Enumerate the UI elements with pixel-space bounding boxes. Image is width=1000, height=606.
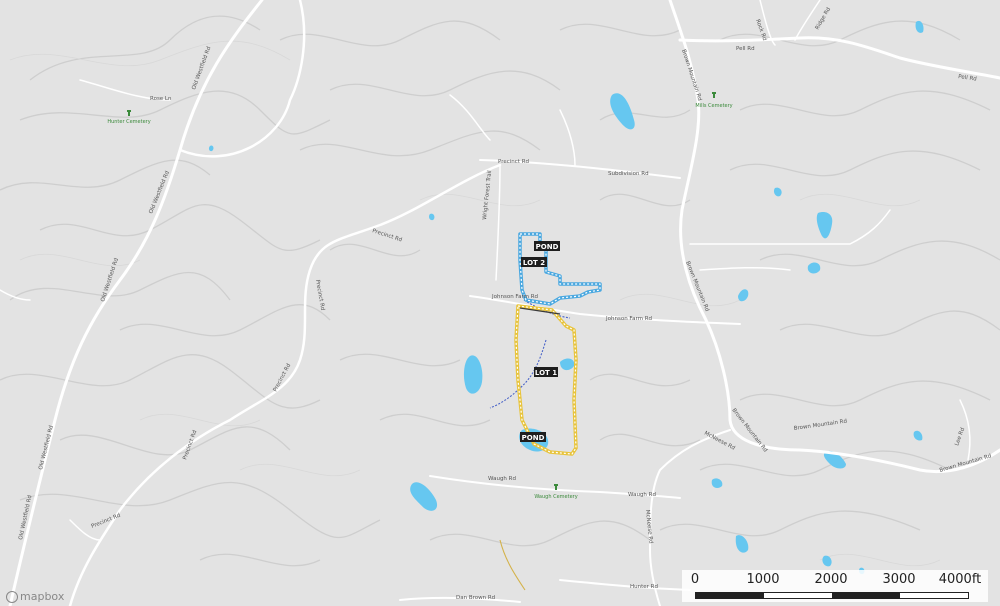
road-local xyxy=(495,164,501,281)
scale-bar: 0 1000 2000 3000 4000ft xyxy=(682,570,988,602)
road-labels: Pell Rd Pell Rd Brown Mountain Rd Brown … xyxy=(18,7,992,601)
pond-north-label: POND xyxy=(534,241,560,251)
road-label: Subdivision Rd xyxy=(608,171,649,177)
svg-text:Hunter Cemetery: Hunter Cemetery xyxy=(107,119,150,125)
road-label: Hunter Rd xyxy=(630,584,658,590)
road-label: Precinct Rd xyxy=(314,279,325,311)
road-label: Waugh Rd xyxy=(488,476,516,482)
road-label: Wright Forest Trail xyxy=(482,170,493,221)
pond-shape xyxy=(773,187,782,197)
scale-tick-label: 3000 xyxy=(882,572,916,587)
mapbox-wordmark: mapbox xyxy=(20,590,65,603)
scale-tick-label: 0 xyxy=(690,572,700,587)
mapbox-icon xyxy=(6,590,18,603)
scale-bar-segments xyxy=(695,592,969,599)
pond-shape xyxy=(560,358,575,371)
road-label: Precinct Rd xyxy=(91,513,122,530)
road-label: McNeese Rd xyxy=(644,510,654,544)
pond-shape xyxy=(822,555,832,567)
road-label: Lee Rd xyxy=(954,427,966,447)
road-label: Pell Rd xyxy=(736,46,755,52)
road-network xyxy=(0,0,1000,606)
pond-shape xyxy=(738,289,749,302)
cemetery-icon xyxy=(127,110,131,116)
road-label: Brown Mountain Rd xyxy=(730,408,768,454)
pond-shape xyxy=(429,213,435,221)
road-label: Brown Mountain Rd xyxy=(680,49,702,102)
road-local xyxy=(449,94,491,141)
lot-1-label: LOT 1 xyxy=(534,367,558,377)
road-label: Johnson Farm Rd xyxy=(605,316,652,322)
pond-shape xyxy=(463,355,483,394)
svg-text:Mills Cemetery: Mills Cemetery xyxy=(695,103,732,109)
pond-shape xyxy=(915,20,924,33)
road-label: Waugh Rd xyxy=(628,492,656,498)
waugh-cemetery[interactable]: Waugh Cemetery xyxy=(534,484,578,500)
road-label: Precinct Rd xyxy=(182,429,198,460)
road-label: Rose Ln xyxy=(150,96,172,102)
pond-shape xyxy=(610,93,635,130)
road-local xyxy=(559,109,576,166)
scale-tick-label: 1000 xyxy=(746,572,780,587)
scale-tick-label: 4000ft xyxy=(938,572,982,587)
svg-text:POND: POND xyxy=(522,434,545,442)
road-brown-mountain xyxy=(668,0,1000,474)
pond-shape xyxy=(807,262,821,274)
svg-text:POND: POND xyxy=(536,243,559,251)
pond-shape xyxy=(816,212,833,239)
road-local xyxy=(689,209,891,245)
scale-tick-label: 2000 xyxy=(814,572,848,587)
map-canvas[interactable]: POND LOT 2 LOT 1 POND Hunter Cemetery Mi… xyxy=(0,0,1000,606)
road-label: Precinct Rd xyxy=(498,159,529,165)
cemetery-icon xyxy=(712,92,716,98)
pond-shape xyxy=(208,145,214,152)
mapbox-logo[interactable]: mapbox xyxy=(6,590,64,603)
svg-text:LOT 1: LOT 1 xyxy=(535,369,557,377)
road-label: Dan Brown Rd xyxy=(456,595,495,601)
pond-shape xyxy=(913,430,923,441)
road-label: Old Westfield Rd xyxy=(38,425,55,471)
road-label: Brown Mountain Rd xyxy=(793,419,847,432)
road-label: Brown Mountain Rd xyxy=(939,453,992,474)
map-layer: POND LOT 2 LOT 1 POND Hunter Cemetery Mi… xyxy=(0,0,1000,606)
road-local xyxy=(794,0,821,41)
svg-text:LOT 2: LOT 2 xyxy=(523,259,545,267)
road-label: Old Westfield Rd xyxy=(191,46,212,91)
stream-line xyxy=(499,539,526,591)
road-label: Precinct Rd xyxy=(371,228,402,243)
road-hunter xyxy=(559,579,691,591)
pond-shape xyxy=(735,535,749,553)
road-label: Johnson Farm Rd xyxy=(491,294,538,300)
road-local xyxy=(699,266,791,271)
pond-shape xyxy=(711,478,723,488)
lot-2-label: LOT 2 xyxy=(521,257,547,267)
road-label: Pell Rd xyxy=(958,74,977,83)
pond-shape xyxy=(410,482,438,511)
road-label: Ridge Rd xyxy=(815,7,833,31)
road-pell xyxy=(678,36,1000,80)
pond-south-label: POND xyxy=(520,432,546,442)
road-precinct-main xyxy=(68,163,502,606)
svg-text:Waugh Cemetery: Waugh Cemetery xyxy=(534,494,577,500)
